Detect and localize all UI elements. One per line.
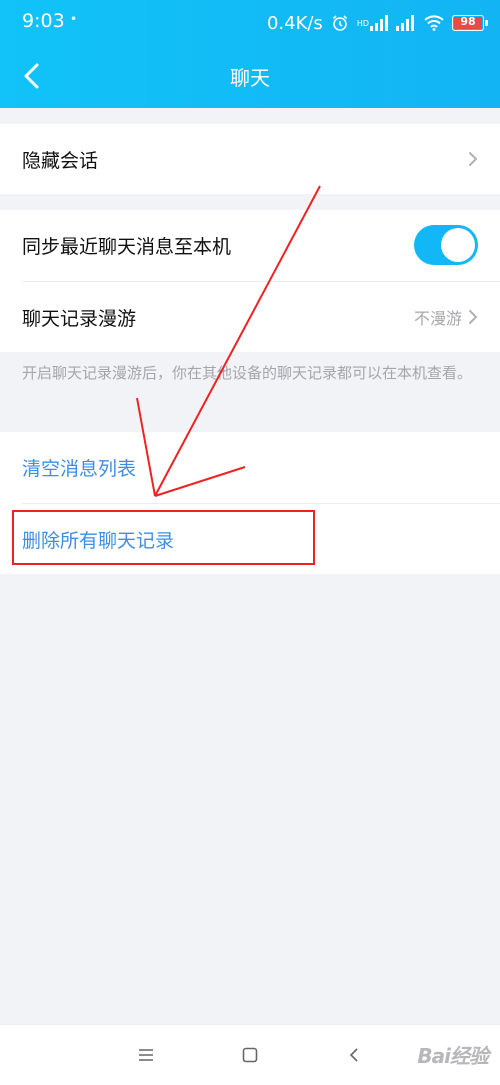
sync-recent-label: 同步最近聊天消息至本机 bbox=[22, 235, 232, 258]
home-button[interactable] bbox=[232, 1037, 268, 1073]
clear-message-list-row[interactable]: 清空消息列表 bbox=[0, 432, 500, 502]
back-icon bbox=[349, 1048, 358, 1062]
sync-recent-toggle[interactable] bbox=[414, 225, 478, 265]
status-icons: 0.4K/s HD 98 bbox=[266, 10, 488, 36]
battery-icon: 98 bbox=[452, 15, 488, 31]
network-speed: 0.4K/s bbox=[266, 12, 323, 34]
page-title: 聊天 bbox=[230, 66, 270, 90]
app-header: 9:03 • 0.4K/s HD 98 聊天 bbox=[0, 0, 500, 108]
notification-dot-icon: • bbox=[70, 12, 78, 26]
watermark: Bai经验 bbox=[417, 1044, 489, 1068]
clear-message-list-label: 清空消息列表 bbox=[22, 457, 137, 480]
nav-back-button[interactable] bbox=[336, 1037, 372, 1073]
menu-icon bbox=[139, 1049, 153, 1061]
hidden-chats-row[interactable]: 隐藏会话 bbox=[0, 124, 500, 194]
roaming-value: 不漫游 bbox=[413, 309, 462, 328]
status-time: 9:03 bbox=[22, 10, 65, 32]
wifi-icon bbox=[424, 15, 444, 31]
signal-icon bbox=[396, 15, 416, 31]
hidden-chats-section: 隐藏会话 bbox=[0, 124, 500, 194]
annotation-highlight-box bbox=[12, 510, 315, 565]
sync-section: 同步最近聊天消息至本机 聊天记录漫游 不漫游 bbox=[0, 210, 500, 352]
hd-signal-icon: HD bbox=[357, 15, 388, 31]
menu-button[interactable] bbox=[128, 1037, 164, 1073]
hd-badge: HD bbox=[356, 18, 369, 28]
battery-level: 98 bbox=[460, 15, 476, 28]
roaming-hint: 开启聊天记录漫游后，你在其他设备的聊天记录都可以在本机查看。 bbox=[22, 364, 473, 382]
status-bar: 9:03 • 0.4K/s HD 98 bbox=[0, 0, 500, 46]
roaming-label: 聊天记录漫游 bbox=[22, 307, 137, 330]
toggle-knob bbox=[441, 228, 475, 262]
chevron-right-icon bbox=[469, 310, 478, 324]
home-square-icon bbox=[242, 1047, 258, 1063]
hidden-chats-label: 隐藏会话 bbox=[22, 149, 99, 172]
chevron-right-icon bbox=[469, 152, 478, 166]
sync-recent-row: 同步最近聊天消息至本机 bbox=[0, 210, 500, 280]
alarm-icon bbox=[331, 14, 349, 32]
roaming-row[interactable]: 聊天记录漫游 不漫游 bbox=[0, 282, 500, 352]
